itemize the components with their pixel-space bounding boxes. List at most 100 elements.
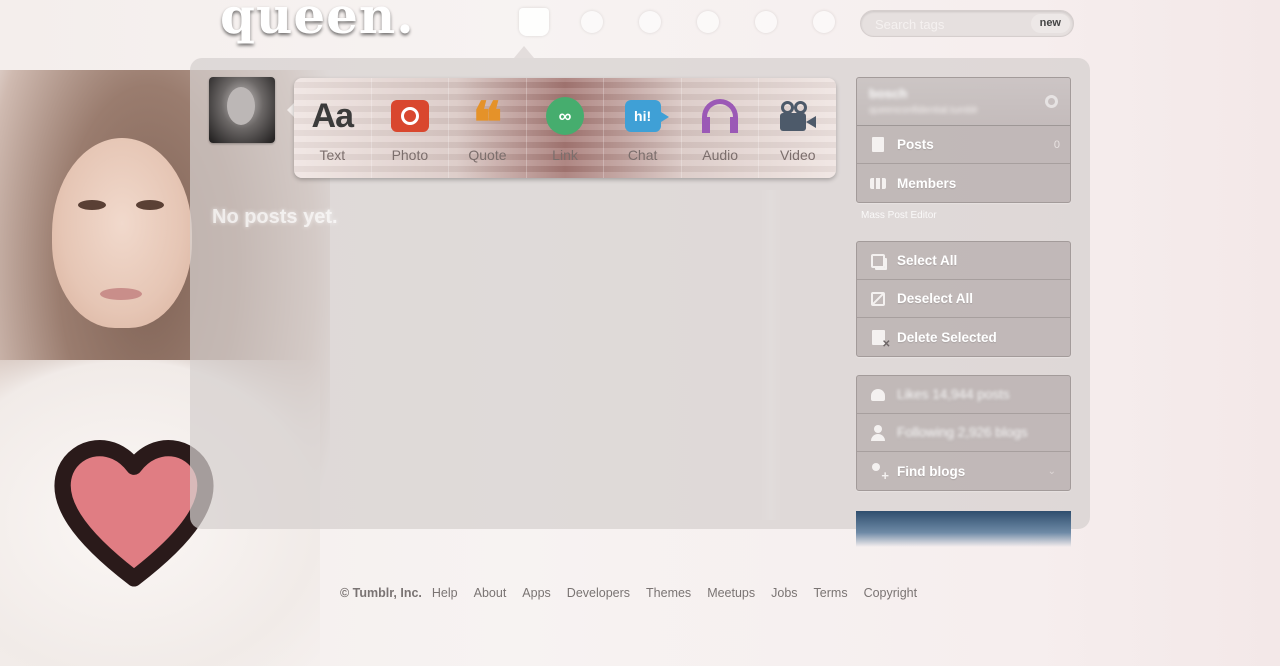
footer-link-terms[interactable]: Terms (814, 586, 848, 600)
footer-link-apps[interactable]: Apps (522, 586, 551, 600)
sidebar-item-label: Deselect All (897, 291, 974, 306)
post-type-label: Chat (627, 147, 658, 163)
mass-editor-menu: Select All Deselect All Delete Selected (856, 241, 1071, 357)
headphones-glyph (702, 99, 739, 133)
document-glyph (872, 137, 884, 152)
explore-icon[interactable] (621, 2, 679, 42)
footer: © Tumblr, Inc. Help About Apps Developer… (340, 586, 933, 600)
post-type-audio[interactable]: Audio (682, 78, 760, 178)
sidebar-item-find-blogs[interactable]: Find blogs ⌄ (857, 452, 1070, 490)
video-body (779, 113, 806, 131)
members-icon (869, 174, 887, 192)
post-type-label: Video (779, 147, 816, 163)
sidebar-item-following[interactable]: Following 2,926 blogs (857, 414, 1070, 452)
sidebar-item-likes[interactable]: Likes 14,944 posts (857, 376, 1070, 414)
text-icon: Aa (311, 96, 354, 136)
footer-copyright: © Tumblr, Inc. (340, 586, 422, 600)
blog-logo[interactable]: queen. (220, 0, 415, 45)
post-type-chat[interactable]: hi! Chat (604, 78, 682, 178)
deselect-all-icon (869, 290, 887, 308)
empty-posts-message: No posts yet. (212, 206, 338, 228)
document-icon (869, 136, 887, 154)
footer-link-help[interactable]: Help (432, 586, 458, 600)
blog-name: bosch (869, 86, 908, 101)
sidebar-banner (856, 511, 1071, 547)
sidebar-item-label: Posts (897, 137, 934, 152)
person-add-glyph (869, 463, 889, 483)
post-type-label: Audio (702, 147, 739, 163)
search-box: new (860, 10, 1074, 37)
footer-link-themes[interactable]: Themes (646, 586, 691, 600)
text-glyph: Aa (311, 96, 354, 135)
sidebar-item-label: Select All (897, 253, 958, 268)
video-lens (805, 116, 816, 128)
post-composer: Aa Text Photo ❝ Quote ∞ Link hi! Chat Au… (294, 78, 836, 178)
footer-link-copyright[interactable]: Copyright (864, 586, 918, 600)
deselect-glyph (871, 291, 885, 306)
footer-link-jobs[interactable]: Jobs (771, 586, 797, 600)
mass-post-editor-label: Mass Post Editor (861, 210, 937, 221)
sidebar-item-posts[interactable]: Posts 0 (857, 126, 1070, 164)
select-all-icon (869, 252, 887, 270)
members-glyph (870, 177, 886, 189)
person-glyph (871, 424, 885, 441)
posts-divider (760, 190, 782, 520)
account-icon[interactable] (737, 2, 795, 42)
account-glyph (755, 11, 777, 33)
video-icon (778, 96, 818, 136)
sidebar-item-label: Members (897, 175, 957, 191)
gear-icon[interactable] (1045, 95, 1058, 108)
explore-glyph (639, 11, 661, 33)
power-icon[interactable] (795, 2, 853, 42)
blog-menu: bosch queenconfidential.tumblr Posts 0 M… (856, 77, 1071, 203)
photo-icon (390, 96, 430, 136)
post-type-label: Photo (391, 147, 429, 163)
search-input[interactable] (875, 15, 1025, 33)
post-type-label: Quote (468, 147, 507, 163)
deselect-all-button[interactable]: Deselect All (857, 280, 1070, 318)
delete-selected-button[interactable]: Delete Selected (857, 318, 1070, 356)
video-camera-glyph (779, 101, 816, 131)
delete-selected-icon (869, 328, 891, 350)
heart-glyph (871, 388, 885, 401)
post-type-label: Link (552, 147, 578, 163)
sidebar-item-label: Find blogs (897, 463, 966, 479)
select-all-button[interactable]: Select All (857, 242, 1070, 280)
blog-url: queenconfidential.tumblr (869, 105, 978, 116)
camera-glyph (390, 100, 429, 132)
chat-icon: hi! (623, 96, 669, 136)
quote-icon: ❝ (467, 95, 507, 151)
blog-switcher[interactable]: bosch queenconfidential.tumblr (857, 78, 1070, 126)
account-menu: Likes 14,944 posts Following 2,926 blogs… (856, 375, 1071, 491)
inbox-icon[interactable] (563, 2, 621, 42)
post-type-photo[interactable]: Photo (372, 78, 450, 178)
activity-icon[interactable] (679, 2, 737, 42)
audio-icon (700, 96, 740, 136)
sidebar-item-label: Likes 14,944 posts (897, 387, 1010, 402)
post-type-quote[interactable]: ❝ Quote (449, 78, 527, 178)
home-icon[interactable] (505, 2, 563, 42)
nav-pointer (514, 46, 534, 58)
footer-link-about[interactable]: About (474, 586, 507, 600)
sidebar: bosch queenconfidential.tumblr Posts 0 M… (856, 77, 1071, 547)
inbox-glyph (581, 11, 603, 33)
blog-avatar[interactable] (209, 77, 275, 143)
chevron-down-icon[interactable]: ⌄ (1048, 466, 1056, 477)
post-type-text[interactable]: Aa Text (294, 78, 372, 178)
delete-glyph (871, 329, 891, 350)
sidebar-item-members[interactable]: Members (857, 164, 1070, 202)
person-icon (869, 424, 887, 442)
post-type-video[interactable]: Video (759, 78, 836, 178)
background-lips (100, 288, 142, 300)
footer-link-developers[interactable]: Developers (567, 586, 630, 600)
quote-glyph: ❝ (472, 90, 503, 156)
heart-icon (869, 386, 887, 404)
sidebar-item-label: Following 2,926 blogs (897, 425, 1028, 440)
link-glyph: ∞ (546, 97, 585, 135)
post-type-link[interactable]: ∞ Link (527, 78, 605, 178)
home-glyph (519, 8, 549, 36)
footer-link-meetups[interactable]: Meetups (707, 586, 755, 600)
background-eye-right (136, 200, 164, 210)
link-icon: ∞ (545, 96, 585, 136)
